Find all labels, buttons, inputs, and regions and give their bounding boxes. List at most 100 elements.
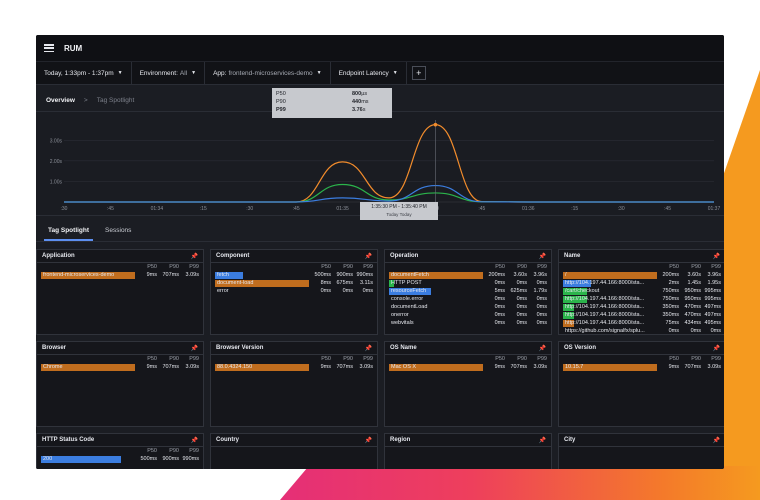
row-p99: 1.79s <box>533 288 547 294</box>
tag-panels-grid: Application 📌 P50 P90 P99 frontend-microservi… <box>36 249 724 469</box>
tag-panel: Application 📌 P50 P90 P99 frontend-microservi… <box>36 249 204 335</box>
row-label: onerror <box>389 312 483 319</box>
table-row[interactable]: / 200ms 3.60s 3.96s <box>559 271 724 279</box>
panel-title: OS Name <box>390 345 417 351</box>
pin-icon[interactable]: 📌 <box>365 253 372 260</box>
table-row[interactable]: Mac OS X 9ms 707ms 3.09s <box>385 363 551 371</box>
column-headers: P50 P90 P99 <box>559 355 724 363</box>
row-label: documentLoad <box>389 304 483 311</box>
table-row[interactable]: https://github.com/signalfx/splu... 0ms 0m… <box>559 327 724 335</box>
table-row[interactable]: error 0ms 0ms 0ms <box>211 287 377 295</box>
row-label: Chrome <box>41 363 135 371</box>
environment-label: Environment: <box>139 69 178 77</box>
table-row[interactable]: 88.0.4324.150 9ms 707ms 3.09s <box>211 363 377 371</box>
pin-icon[interactable]: 📌 <box>191 345 198 352</box>
panel-title: Application <box>42 253 75 259</box>
table-row[interactable]: fetch 500ms 900ms 990ms <box>211 271 377 279</box>
chevron-down-icon: ▼ <box>316 70 322 76</box>
col-p50: P50 <box>147 356 157 362</box>
table-row[interactable]: http://104.197.44.166:8000/sta... 75ms 434… <box>559 319 724 327</box>
col-p90: P90 <box>691 264 701 270</box>
table-row[interactable]: documentFetch 200ms 3.60s 3.96s <box>385 271 551 279</box>
col-p50: P50 <box>669 356 679 362</box>
pin-icon[interactable]: 📌 <box>365 345 372 352</box>
tag-panel: City 📌 <box>558 433 724 469</box>
table-row[interactable]: console.error 0ms 0ms 0ms <box>385 295 551 303</box>
table-row[interactable]: HTTP POST 0ms 0ms 0ms <box>385 279 551 287</box>
metric-filter[interactable]: Endpoint Latency ▼ <box>331 62 407 84</box>
row-p50: 350ms <box>662 304 679 310</box>
row-label: / <box>563 271 657 279</box>
breadcrumb-overview[interactable]: Overview <box>46 97 75 104</box>
tooltip-value: 3.76 <box>352 107 363 113</box>
row-label: /cart/checkout <box>563 287 657 295</box>
column-headers: P50 P90 P99 <box>37 263 203 271</box>
pin-icon[interactable]: 📌 <box>365 437 372 444</box>
row-label-text: / <box>565 271 567 278</box>
table-row[interactable]: document-load 8ms 675ms 3.11s <box>211 279 377 287</box>
table-row[interactable]: onerror 0ms 0ms 0ms <box>385 311 551 319</box>
x-tick-label: 01:34 <box>151 206 164 212</box>
row-label-text: resourceFetch <box>391 287 427 294</box>
table-row[interactable]: http://104.197.44.166:8000/sta... 2ms 1.45… <box>559 279 724 287</box>
chart-time-tooltip: 1:35:30 PM - 1:35:40 PM Today Today <box>360 202 438 220</box>
table-row[interactable]: http://104.197.44.166:8000/sta... 350ms 47… <box>559 311 724 319</box>
table-row[interactable]: Chrome 9ms 707ms 3.09s <box>37 363 203 371</box>
table-row[interactable]: /cart/checkout 750ms 950ms 995ms <box>559 287 724 295</box>
tooltip-row-p90: P90 440 ms <box>276 98 388 106</box>
row-p50: 9ms <box>146 272 157 278</box>
pin-icon[interactable]: 📌 <box>713 345 720 352</box>
pin-icon[interactable]: 📌 <box>539 345 546 352</box>
row-label-text: error <box>217 287 229 294</box>
row-p99: 3.09s <box>533 364 547 370</box>
row-label-text: documentLoad <box>391 303 428 310</box>
pin-icon[interactable]: 📌 <box>191 437 198 444</box>
environment-filter[interactable]: Environment: All ▼ <box>132 62 206 84</box>
table-row[interactable]: http://104.197.44.166:8000/sta... 750ms 95… <box>559 295 724 303</box>
col-p99: P99 <box>189 448 199 454</box>
row-p99: 0ms <box>536 280 547 286</box>
app-filter[interactable]: App: frontend-microservices-demo ▼ <box>205 62 331 84</box>
col-p90: P90 <box>169 264 179 270</box>
pin-icon[interactable]: 📌 <box>713 253 720 260</box>
col-p50: P50 <box>495 356 505 362</box>
pin-icon[interactable]: 📌 <box>713 437 720 444</box>
table-row[interactable]: resourceFetch 5ms 625ms 1.79s <box>385 287 551 295</box>
pin-icon[interactable]: 📌 <box>539 253 546 260</box>
breadcrumb-tag-spotlight: Tag Spotlight <box>96 96 135 104</box>
row-label-text: document-load <box>217 279 254 286</box>
row-label-text: http://104.197.44.166:8000/sta... <box>565 319 645 326</box>
latency-chart[interactable]: 3.00s 2.00s 1.00s:30:45 01:34:15:30:45 01:35… <box>36 112 724 216</box>
menu-icon[interactable] <box>44 44 54 52</box>
y-tick-label: 1.00s <box>50 179 63 185</box>
table-row[interactable]: frontend-microservices-demo 9ms 707ms 3.09s <box>37 271 203 279</box>
tag-panel: HTTP Status Code 📌 P50 P90 P99 200 500ms 900ms 9… <box>36 433 204 469</box>
add-filter-button[interactable]: + <box>411 66 426 80</box>
row-label-text: 88.0.4324.150 <box>217 363 253 370</box>
table-row[interactable]: 10.15.7 9ms 707ms 3.09s <box>559 363 724 371</box>
tag-panel: Name 📌 P50 P90 P99/200ms 3.60s 3.96s http://104… <box>558 249 724 335</box>
table-row[interactable]: http://104.197.44.166:8000/sta... 350ms 47… <box>559 303 724 311</box>
col-p50: P50 <box>495 264 505 270</box>
tab-sessions[interactable]: Sessions <box>101 227 135 241</box>
table-row[interactable]: documentLoad 0ms 0ms 0ms <box>385 303 551 311</box>
time-range-filter[interactable]: Today, 1:33pm - 1:37pm ▼ <box>36 62 132 84</box>
tooltip-time-sub: Today Today <box>386 212 412 217</box>
table-row[interactable]: webvitals 0ms 0ms 0ms <box>385 319 551 327</box>
filter-bar: Today, 1:33pm - 1:37pm ▼ Environment: Al… <box>36 61 724 85</box>
pin-icon[interactable]: 📌 <box>191 253 198 260</box>
col-p99: P99 <box>711 264 721 270</box>
tag-panel: Region 📌 <box>384 433 552 469</box>
row-label: frontend-microservices-demo <box>41 271 135 279</box>
table-row[interactable]: 200 500ms 900ms 990ms <box>37 455 203 463</box>
row-label-text: Mac OS X <box>391 363 417 370</box>
app-value: frontend-microservices-demo <box>228 69 313 77</box>
tooltip-value: 440 <box>352 99 362 105</box>
row-p50: 0ms <box>668 328 679 334</box>
row-label: 200 <box>41 455 135 463</box>
tab-tag-spotlight[interactable]: Tag Spotlight <box>44 227 94 241</box>
row-p99: 0ms <box>362 288 373 294</box>
panel-title: OS Version <box>564 345 597 351</box>
panel-header: Application 📌 <box>37 250 203 263</box>
pin-icon[interactable]: 📌 <box>539 437 546 444</box>
